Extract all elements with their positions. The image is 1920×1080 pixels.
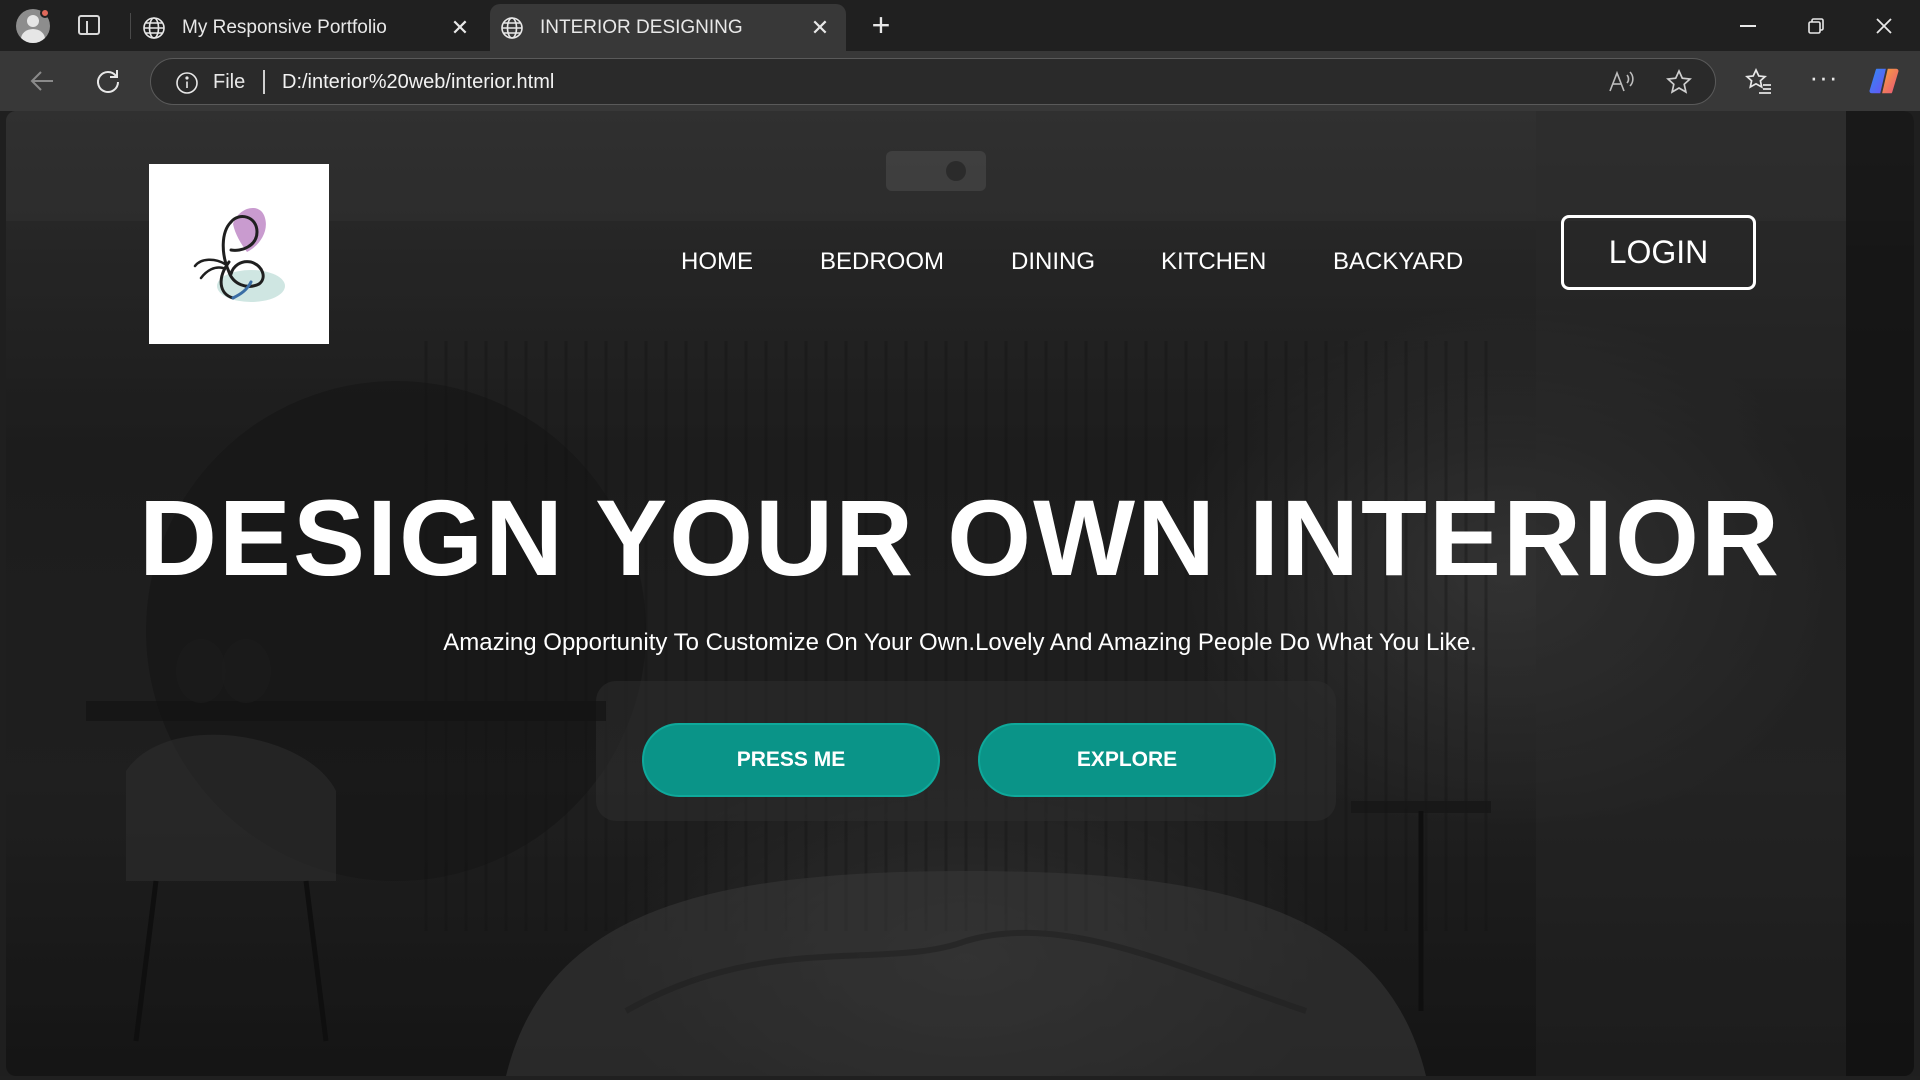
read-aloud-icon[interactable] [1607,69,1635,95]
butterfly-logo [193,207,285,302]
info-icon[interactable] [175,71,199,95]
tab-actions-icon[interactable] [78,15,100,35]
back-button[interactable] [24,63,60,99]
url-text[interactable]: D:/interior%20web/interior.html [282,71,554,94]
favorites-icon [1745,67,1771,94]
favorites-button[interactable] [1743,65,1775,97]
more-options-button[interactable]: ··· [1808,61,1840,93]
globe-icon [143,16,165,39]
address-divider [263,70,265,94]
login-button[interactable]: LOGIN [1561,215,1756,290]
star-icon[interactable] [1665,68,1693,96]
reload-icon [97,70,119,93]
tab-interior-designing[interactable]: INTERIOR DESIGNING ✕ [490,4,846,51]
address-bar[interactable]: File D:/interior%20web/interior.html [150,58,1716,105]
reload-button[interactable] [90,63,126,99]
page-viewport: HOME BEDROOM DINING KITCHEN BACKYARD LOG… [6,111,1914,1076]
profile-notification-dot [40,8,50,18]
site-logo[interactable] [149,164,329,344]
minimize-icon [1740,24,1756,27]
explore-button[interactable]: EXPLORE [978,723,1276,797]
press-me-button[interactable]: PRESS ME [642,723,940,797]
close-tab-icon[interactable]: ✕ [808,15,832,40]
copilot-icon [1869,68,1899,94]
restore-window-button[interactable] [1782,0,1850,51]
nav-home[interactable]: HOME [681,248,753,276]
tab-label: INTERIOR DESIGNING [540,16,743,38]
tab-my-responsive-portfolio[interactable]: My Responsive Portfolio ✕ [136,4,486,51]
tab-label: My Responsive Portfolio [182,16,387,38]
window-bottom-edge [0,1076,1920,1080]
tab-separator [130,13,131,39]
close-tab-icon[interactable]: ✕ [448,15,472,40]
profile-body [21,29,45,43]
nav-dining[interactable]: DINING [1011,248,1095,276]
hero-subtitle: Amazing Opportunity To Customize On Your… [443,629,1477,656]
close-window-button[interactable] [1850,0,1918,51]
globe-icon [501,16,523,39]
nav-backyard[interactable]: BACKYARD [1333,248,1463,276]
nav-kitchen[interactable]: KITCHEN [1161,248,1266,276]
restore-icon [1808,17,1824,34]
profile-head [27,15,39,27]
copilot-button[interactable] [1868,65,1900,97]
back-arrow-icon [30,71,53,91]
browser-tab-bar: My Responsive Portfolio ✕ INTERIOR DESIG… [0,0,1920,51]
minimize-window-button[interactable] [1714,0,1782,51]
close-icon [1876,17,1892,34]
more-icon: ··· [1809,61,1839,92]
file-scheme-label[interactable]: File [213,71,245,94]
browser-toolbar: File D:/interior%20web/interior.html ··· [0,51,1920,111]
nav-bedroom[interactable]: BEDROOM [820,248,944,276]
new-tab-button[interactable]: + [866,9,896,41]
hero-title: DESIGN YOUR OWN INTERIOR [138,477,1782,598]
